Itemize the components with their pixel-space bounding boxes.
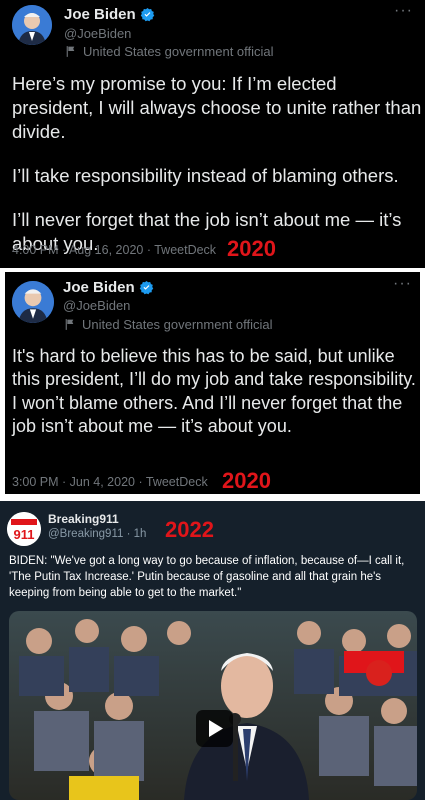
tweet-paragraph: BIDEN: "We've got a long way to go becau… — [9, 555, 405, 599]
author-name[interactable]: Joe Biden — [64, 6, 155, 23]
government-official-label: United States government official — [63, 317, 273, 332]
handle[interactable]: @JoeBiden — [63, 298, 130, 313]
tweet-2[interactable]: Joe Biden @JoeBiden United States govern… — [5, 272, 420, 494]
tweet-paragraph: It's hard to believe this has to be said… — [12, 346, 416, 437]
year-annotation: 2022 — [165, 517, 214, 542]
tweet-text: It's hard to believe this has to be said… — [12, 345, 420, 459]
more-icon[interactable]: ··· — [393, 275, 412, 293]
tweet-timestamp[interactable]: 3:00 PM · Jun 4, 2020 · TweetDeck — [12, 475, 208, 489]
more-icon[interactable]: ··· — [394, 2, 413, 20]
flag-icon — [66, 46, 75, 57]
year-annotation: 2020 — [227, 236, 276, 261]
author-name[interactable]: Breaking911 — [48, 512, 119, 526]
avatar[interactable] — [12, 281, 54, 323]
video-thumbnail[interactable] — [9, 611, 417, 800]
tweet-paragraph: I’ll take responsibility instead of blam… — [12, 165, 399, 187]
handle[interactable]: @Breaking911 · 1h — [48, 528, 146, 540]
year-annotation: 2020 — [222, 468, 271, 493]
handle[interactable]: @JoeBiden — [64, 26, 131, 41]
tweet-paragraph: Here’s my promise to you: If I’m elected… — [12, 73, 422, 143]
government-official-label: United States government official — [64, 44, 274, 59]
avatar[interactable] — [12, 5, 52, 45]
flag-icon — [65, 319, 74, 330]
author-name[interactable]: Joe Biden — [63, 279, 154, 296]
tweet-text: Here’s my promise to you: If I’m elected… — [12, 72, 422, 268]
avatar-logo-text: 911 — [14, 527, 35, 542]
avatar[interactable]: 911 — [7, 512, 41, 546]
tweet-timestamp[interactable]: 4:00 PM · Aug 16, 2020 · TweetDeck — [12, 243, 216, 257]
verified-badge-icon — [140, 7, 154, 22]
play-button[interactable] — [196, 710, 233, 747]
play-icon — [209, 720, 223, 737]
verified-badge-icon — [139, 280, 153, 295]
tweet-3[interactable]: 911 Breaking911 @Breaking911 · 1h 2022 B… — [0, 501, 425, 800]
tweet-1[interactable]: Joe Biden @JoeBiden United States govern… — [0, 0, 425, 268]
